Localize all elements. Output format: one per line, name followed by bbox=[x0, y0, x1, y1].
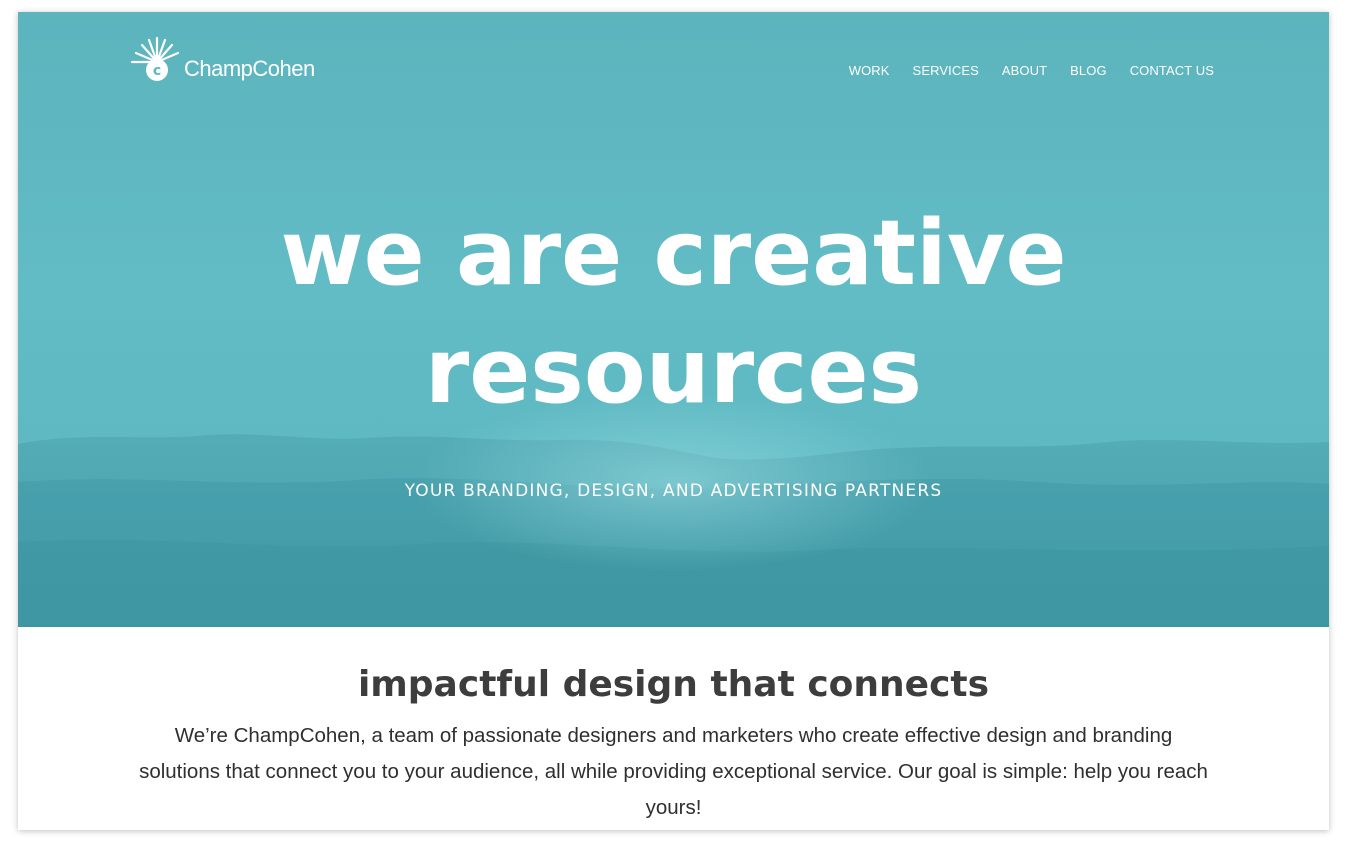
hero-section: c ChampCohen WORK SERVICES ABOUT BLOG CO… bbox=[18, 12, 1329, 627]
nav-item-services[interactable]: SERVICES bbox=[913, 63, 979, 78]
nav-item-work[interactable]: WORK bbox=[849, 63, 890, 78]
nav-item-blog[interactable]: BLOG bbox=[1070, 63, 1107, 78]
svg-text:c: c bbox=[153, 63, 161, 79]
hero-headline-line-1: we are creative bbox=[280, 201, 1067, 306]
hero-tagline: YOUR BRANDING, DESIGN, AND ADVERTISING P… bbox=[404, 481, 943, 501]
brand-name: ChampCohen bbox=[184, 56, 315, 81]
intro-body: We’re ChampCohen, a team of passionate d… bbox=[139, 724, 1208, 819]
nav-item-about[interactable]: ABOUT bbox=[1002, 63, 1047, 78]
hero-headline-line-2: resources bbox=[424, 319, 923, 424]
intro-heading: impactful design that connects bbox=[357, 664, 990, 705]
nav-item-contact-us[interactable]: CONTACT US bbox=[1130, 63, 1214, 78]
main-nav: WORK SERVICES ABOUT BLOG CONTACT US bbox=[849, 63, 1214, 78]
site-logo[interactable]: c ChampCohen bbox=[130, 34, 320, 84]
hero-headline: we are creative resources bbox=[18, 195, 1329, 431]
site-header: c ChampCohen WORK SERVICES ABOUT BLOG CO… bbox=[18, 12, 1329, 122]
intro-section: impactful design that connects We’re Cha… bbox=[18, 627, 1329, 830]
page-frame: c ChampCohen WORK SERVICES ABOUT BLOG CO… bbox=[18, 12, 1329, 830]
sunburst-c-logo-icon: c bbox=[130, 36, 180, 81]
